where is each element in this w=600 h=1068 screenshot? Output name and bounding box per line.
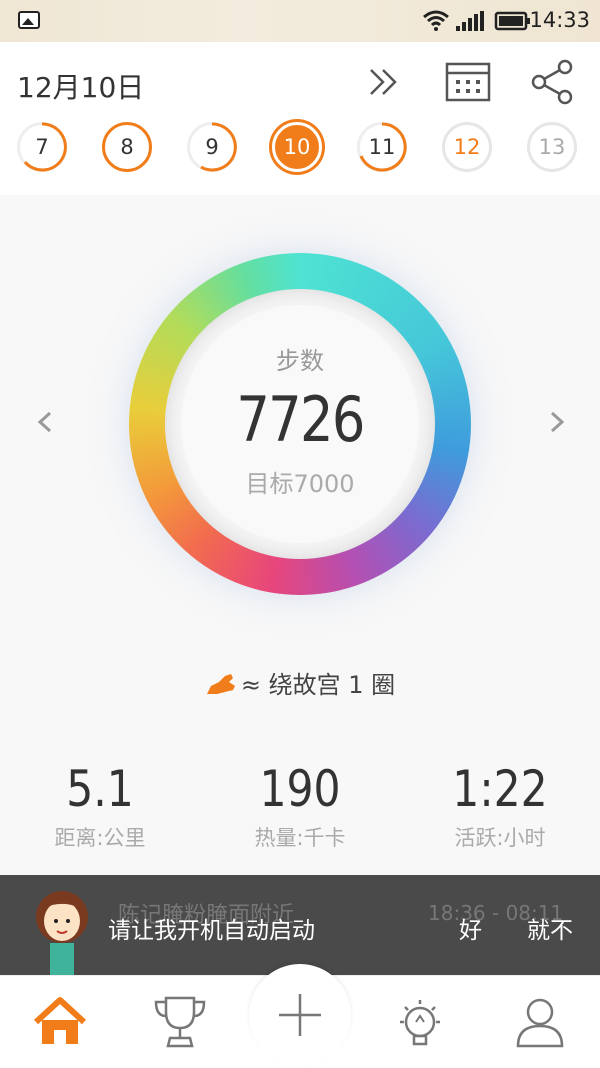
day-label: 13 xyxy=(538,135,566,159)
stat-active-time: 1:22 活跃:小时 xyxy=(400,760,600,852)
steps-label: 步数 xyxy=(276,347,324,375)
current-date[interactable]: 12月10日 xyxy=(17,66,144,106)
clock: 14:33 xyxy=(529,8,590,32)
stat-label: 活跃:小时 xyxy=(454,826,546,850)
stat-value: 190 xyxy=(259,760,341,818)
autostart-toast: 陈记腌粉腌面附近 18:36 - 08:11 请让我开机自动启动 好 就不 xyxy=(0,875,600,975)
home-icon[interactable] xyxy=(30,994,90,1050)
day-10-selected[interactable]: 10 xyxy=(272,122,322,172)
stat-label: 热量:千卡 xyxy=(254,826,346,850)
gallery-icon xyxy=(18,11,40,29)
main-content: 步数 7726 目标7000 ≈ 绕故宫 1 圈 5.1 距离:公里 190 热… xyxy=(0,195,600,875)
stat-value: 5.1 xyxy=(66,760,134,818)
day-11[interactable]: 11 xyxy=(357,122,407,172)
equivalence-text: ≈ 绕故宫 1 圈 xyxy=(240,671,396,699)
day-9[interactable]: 9 xyxy=(187,122,237,172)
day-label: 10 xyxy=(283,135,311,159)
insight-bulb-icon[interactable] xyxy=(390,994,450,1050)
day-13[interactable]: 13 xyxy=(527,122,577,172)
shoe-icon xyxy=(206,674,235,694)
day-12-today[interactable]: 12 xyxy=(442,122,492,172)
steps-goal: 目标7000 xyxy=(245,470,355,498)
day-8[interactable]: 8 xyxy=(102,122,152,172)
chevron-left-icon[interactable] xyxy=(30,405,60,439)
status-icons xyxy=(423,10,530,31)
header: 12月10日 7 8 9 10 11 12 13 xyxy=(0,42,600,195)
toast-message: 请让我开机自动启动 xyxy=(108,918,315,944)
stat-calories: 190 热量:千卡 xyxy=(200,760,400,852)
stat-distance: 5.1 距离:公里 xyxy=(0,760,200,852)
decline-button[interactable]: 就不 xyxy=(527,911,573,945)
ok-button[interactable]: 好 xyxy=(459,911,482,945)
calendar-icon[interactable] xyxy=(444,58,492,106)
stat-label: 距离:公里 xyxy=(54,826,146,850)
signal-icon xyxy=(456,11,484,31)
profile-icon[interactable] xyxy=(510,994,570,1050)
share-icon[interactable] xyxy=(529,58,577,106)
double-chevron-right-icon[interactable] xyxy=(359,58,407,106)
add-button[interactable] xyxy=(249,964,351,1066)
battery-icon xyxy=(494,11,530,31)
mascot-avatar xyxy=(36,891,88,975)
day-label: 8 xyxy=(120,135,134,159)
status-bar: 14:33 xyxy=(0,0,600,42)
trophy-icon[interactable] xyxy=(150,994,210,1050)
chevron-right-icon[interactable] xyxy=(542,405,572,439)
stat-value: 1:22 xyxy=(452,760,548,818)
equivalence-row: ≈ 绕故宫 1 圈 xyxy=(0,665,600,700)
steps-ring[interactable]: 步数 7726 目标7000 xyxy=(129,253,471,595)
day-label: 12 xyxy=(453,135,481,159)
day-7[interactable]: 7 xyxy=(17,122,67,172)
wifi-icon xyxy=(423,10,449,31)
steps-value: 7726 xyxy=(236,383,365,456)
plus-icon xyxy=(279,994,321,1036)
